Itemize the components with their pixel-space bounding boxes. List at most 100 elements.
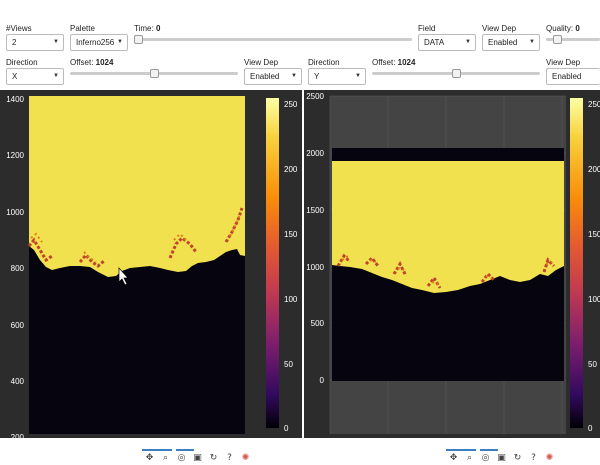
left-y-tick-label: 600 — [11, 321, 25, 330]
left-slice-plot-svg[interactable]: 140012001000800600400200 800100012001400… — [0, 90, 302, 438]
wheel-zoom-icon[interactable]: ◎ — [176, 453, 187, 464]
pan-icon[interactable]: ✥ — [144, 453, 155, 464]
quality-label: Quality: 0 — [546, 24, 580, 33]
offset-slider-right[interactable] — [372, 69, 540, 78]
right-y-tick-label: 2500 — [306, 92, 324, 101]
direction-select-right-value: Y — [314, 72, 320, 81]
left-colorbar-axis: 250 200 150 100 50 0 — [284, 100, 298, 433]
direction-select-left[interactable]: X ▼ — [6, 68, 64, 85]
quality-slider[interactable] — [546, 35, 600, 44]
right-colorbar-tick-label: 200 — [588, 165, 600, 174]
left-colorbar-tick-label: 0 — [284, 424, 289, 433]
right-y-tick-label: 1000 — [306, 263, 324, 272]
view-dep-label: View Dep — [482, 24, 517, 33]
help-icon[interactable]: ? — [224, 453, 235, 464]
chevron-down-icon: ▼ — [117, 39, 123, 45]
box-zoom-icon[interactable]: ⌕ — [464, 453, 475, 464]
view-dep-select-right[interactable]: Enabled — [546, 68, 600, 85]
offset-slider-left[interactable] — [70, 69, 238, 78]
view-dep-label-right: View Dep — [546, 58, 581, 67]
right-plot-toolbar: ✥ ⌕ ◎ ▣ ↻? ✺ — [448, 452, 555, 465]
left-y-tick-label: 200 — [11, 433, 25, 438]
chevron-down-icon: ▼ — [529, 39, 535, 45]
left-toolbar-active-indicator — [142, 449, 172, 451]
pan-icon[interactable]: ✥ — [448, 453, 459, 464]
right-slice-plot-svg[interactable]: 25002000150010005000 0500100015002000 25… — [304, 90, 600, 438]
right-colorbar-tick-label: 0 — [588, 424, 593, 433]
right-colorbar-tick-label: 50 — [588, 360, 597, 369]
view-dep-select-value: Enabled — [488, 38, 518, 47]
reset-icon[interactable]: ↻ — [208, 453, 219, 464]
left-colorbar-tick-label: 150 — [284, 230, 298, 239]
left-y-tick-label: 1000 — [6, 208, 24, 217]
right-colorbar — [570, 98, 583, 428]
save-icon[interactable]: ▣ — [192, 453, 203, 464]
left-plot-toolbar: ✥ ⌕ ◎ ▣ ↻? ✺ — [144, 452, 251, 465]
quality-slider-handle[interactable] — [552, 35, 562, 44]
chevron-down-icon: ▼ — [53, 39, 59, 45]
right-colorbar-tick-label: 100 — [588, 295, 600, 304]
right-y-tick-label: 0 — [320, 376, 325, 385]
right-colorbar-tick-label: 150 — [588, 230, 600, 239]
hover-icon[interactable]: ✺ — [240, 453, 251, 464]
left-colorbar-tick-label: 100 — [284, 295, 298, 304]
box-zoom-icon[interactable]: ⌕ — [160, 453, 171, 464]
palette-label: Palette — [70, 24, 95, 33]
time-label: Time: 0 — [134, 24, 161, 33]
left-toolbar-active-indicator-2 — [176, 449, 194, 451]
right-y-tick-label: 1500 — [306, 206, 324, 215]
left-y-tick-label: 800 — [11, 264, 25, 273]
hover-icon[interactable]: ✺ — [544, 453, 555, 464]
left-colorbar-tick-label: 200 — [284, 165, 298, 174]
right-toolbar-active-indicator — [446, 449, 476, 451]
direction-label-right: Direction — [308, 58, 340, 67]
right-y-axis: 2500 2000 1500 1000 500 0 — [306, 92, 324, 385]
palette-select[interactable]: Inferno256 ▼ — [70, 34, 128, 51]
view-dep-label-left: View Dep — [244, 58, 279, 67]
direction-label-left: Direction — [6, 58, 38, 67]
view-dep-select-left[interactable]: Enabled ▼ — [244, 68, 302, 85]
right-colorbar-tick-label: 250 — [588, 100, 600, 109]
field-select[interactable]: DATA ▼ — [418, 34, 476, 51]
direction-select-left-value: X — [12, 72, 18, 81]
save-icon[interactable]: ▣ — [496, 453, 507, 464]
right-y-tick-label: 500 — [311, 319, 325, 328]
left-y-tick-label: 1200 — [6, 151, 24, 160]
time-slider-handle[interactable] — [134, 35, 143, 44]
wheel-zoom-icon[interactable]: ◎ — [480, 453, 491, 464]
views-label: #Views — [6, 24, 32, 33]
time-value: 0 — [155, 24, 161, 33]
chevron-down-icon: ▼ — [355, 73, 361, 79]
offset-slider-left-handle[interactable] — [150, 69, 159, 78]
field-select-value: DATA — [424, 38, 445, 47]
right-slice-plot[interactable]: 25002000150010005000 0500100015002000 25… — [304, 90, 600, 438]
direction-select-right[interactable]: Y ▼ — [308, 68, 366, 85]
help-icon[interactable]: ? — [528, 453, 539, 464]
palette-select-value: Inferno256 — [76, 38, 115, 47]
offset-slider-right-handle[interactable] — [452, 69, 461, 78]
left-slice-plot[interactable]: 140012001000800600400200 800100012001400… — [0, 90, 302, 438]
views-select[interactable]: 2 ▼ — [6, 34, 64, 51]
left-colorbar — [266, 98, 279, 428]
time-slider[interactable] — [134, 35, 412, 44]
view-dep-select[interactable]: Enabled ▼ — [482, 34, 540, 51]
offset-label-left: Offset: 1024 — [70, 58, 114, 67]
reset-icon[interactable]: ↻ — [512, 453, 523, 464]
right-toolbar-active-indicator-2 — [480, 449, 498, 451]
field-label: Field — [418, 24, 436, 33]
chevron-down-icon: ▼ — [465, 39, 471, 45]
quality-value: 0 — [575, 24, 580, 33]
left-y-tick-label: 400 — [11, 377, 25, 386]
view-dep-select-left-value: Enabled — [250, 72, 280, 81]
offset-value-left: 1024 — [95, 58, 114, 67]
chevron-down-icon: ▼ — [53, 73, 59, 79]
view-dep-select-right-value: Enabled — [552, 72, 582, 81]
right-y-tick-label: 2000 — [306, 149, 324, 158]
left-y-axis: 1400 1200 1000 800 600 400 200 — [6, 95, 24, 438]
left-colorbar-tick-label: 50 — [284, 360, 293, 369]
right-colorbar-axis: 250 200 150 100 50 0 — [588, 100, 600, 433]
offset-value-right: 1024 — [397, 58, 416, 67]
left-image-yellow-region — [29, 96, 245, 277]
chevron-down-icon: ▼ — [291, 73, 297, 79]
offset-label-right: Offset: 1024 — [372, 58, 416, 67]
